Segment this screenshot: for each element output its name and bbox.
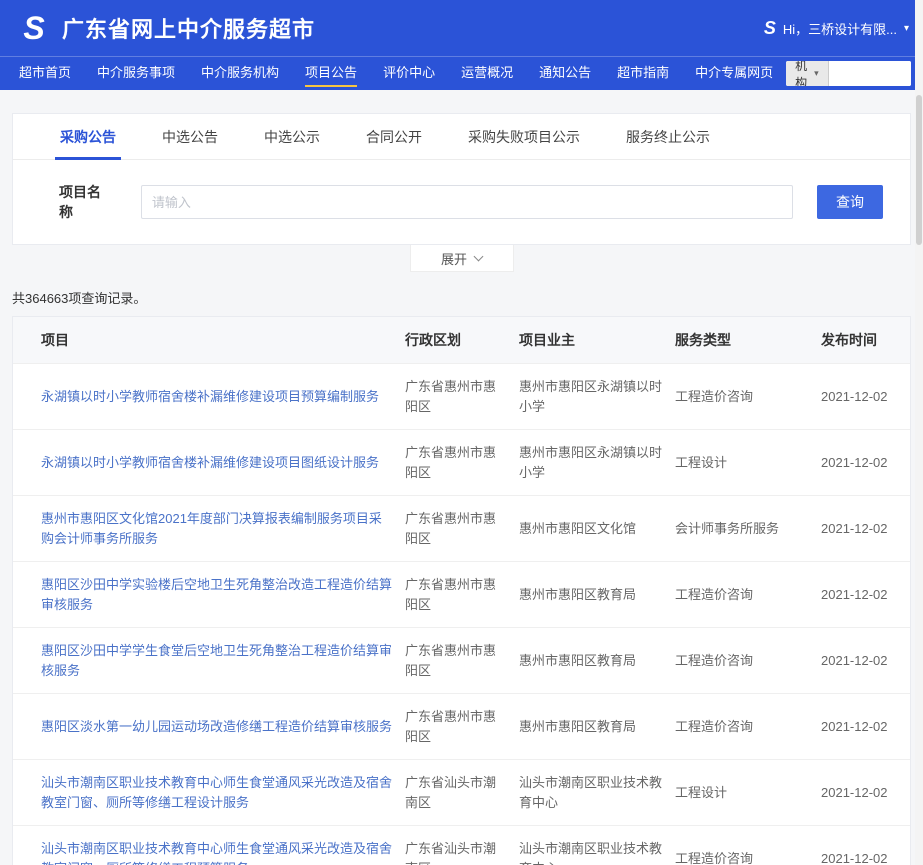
date-cell: 2021-12-02 [821, 694, 910, 760]
owner-cell: 惠州市惠阳区永湖镇以时小学 [519, 364, 675, 430]
nav-item-agency-pages[interactable]: 中介专属网页 [682, 57, 786, 91]
expand-toggle-wrap: 展开 [0, 245, 923, 272]
type-cell: 工程造价咨询 [675, 562, 821, 628]
column-header-region: 行政区划 [405, 317, 519, 364]
tab-purchase-announcements[interactable]: 采购公告 [43, 114, 133, 159]
chevron-down-icon: ▾ [904, 23, 909, 34]
scrollbar[interactable] [915, 0, 923, 865]
table-row: 永湖镇以时小学教师宿舍楼补漏维修建设项目预算编制服务 广东省惠州市惠阳区 惠州市… [13, 364, 910, 430]
tab-winning-announcements[interactable]: 中选公告 [145, 114, 235, 159]
search-category-select[interactable]: 机构 ▾ [786, 61, 829, 86]
owner-cell: 惠州市惠阳区教育局 [519, 628, 675, 694]
query-button[interactable]: 查询 [817, 185, 883, 219]
tab-service-termination[interactable]: 服务终止公示 [609, 114, 727, 159]
region-cell: 广东省汕头市潮南区 [405, 760, 519, 826]
column-header-type: 服务类型 [675, 317, 821, 364]
date-cell: 2021-12-02 [821, 364, 910, 430]
region-cell: 广东省惠州市惠阳区 [405, 562, 519, 628]
type-cell: 工程设计 [675, 760, 821, 826]
type-cell: 工程造价咨询 [675, 364, 821, 430]
site-title: 广东省网上中介服务超市 [62, 12, 315, 44]
app-header: S 广东省网上中介服务超市 S Hi，三桥设计有限... ▾ [0, 0, 923, 56]
tab-contract-disclosure[interactable]: 合同公开 [349, 114, 439, 159]
owner-cell: 汕头市潮南区职业技术教育中心 [519, 826, 675, 865]
chevron-down-icon [474, 251, 484, 261]
results-table: 项目 行政区划 项目业主 服务类型 发布时间 永湖镇以时小学教师宿舍楼补漏维修建… [13, 317, 910, 865]
region-cell: 广东省惠州市惠阳区 [405, 496, 519, 562]
chevron-down-icon: ▾ [814, 68, 819, 79]
nav-item-home[interactable]: 超市首页 [6, 57, 84, 91]
project-link[interactable]: 汕头市潮南区职业技术教育中心师生食堂通风采光改造及宿舍教室门窗、厕所等修缮工程预… [41, 841, 392, 865]
region-cell: 广东省惠州市惠阳区 [405, 694, 519, 760]
column-header-project: 项目 [13, 317, 405, 364]
project-name-label: 项目名称 [59, 182, 113, 222]
site-logo-icon[interactable]: S [14, 8, 54, 48]
table-row: 汕头市潮南区职业技术教育中心师生食堂通风采光改造及宿舍教室门窗、厕所等修缮工程设… [13, 760, 910, 826]
owner-cell: 惠州市惠阳区文化馆 [519, 496, 675, 562]
project-link[interactable]: 汕头市潮南区职业技术教育中心师生食堂通风采光改造及宿舍教室门窗、厕所等修缮工程设… [41, 775, 392, 810]
filter-row: 项目名称 查询 [13, 160, 910, 244]
table-header-row: 项目 行政区划 项目业主 服务类型 发布时间 [13, 317, 910, 364]
region-cell: 广东省惠州市惠阳区 [405, 430, 519, 496]
project-link[interactable]: 永湖镇以时小学教师宿舍楼补漏维修建设项目图纸设计服务 [41, 455, 379, 470]
tab-failed-projects[interactable]: 采购失败项目公示 [451, 114, 597, 159]
type-cell: 工程设计 [675, 430, 821, 496]
date-cell: 2021-12-02 [821, 562, 910, 628]
nav-item-operation-overview[interactable]: 运营概况 [448, 57, 526, 91]
nav-item-service-items[interactable]: 中介服务事项 [84, 57, 188, 91]
table-row: 永湖镇以时小学教师宿舍楼补漏维修建设项目图纸设计服务 广东省惠州市惠阳区 惠州市… [13, 430, 910, 496]
logo-letter: S [23, 12, 44, 44]
global-search-group: 机构 ▾ [786, 61, 911, 86]
region-cell: 广东省惠州市惠阳区 [405, 628, 519, 694]
project-link[interactable]: 惠阳区沙田中学实验楼后空地卫生死角整治改造工程造价结算审核服务 [41, 577, 392, 612]
date-cell: 2021-12-02 [821, 826, 910, 865]
type-cell: 工程造价咨询 [675, 628, 821, 694]
expand-toggle-button[interactable]: 展开 [410, 245, 514, 272]
scrollbar-thumb[interactable] [916, 95, 922, 245]
column-header-date: 发布时间 [821, 317, 910, 364]
table-row: 惠阳区沙田中学实验楼后空地卫生死角整治改造工程造价结算审核服务 广东省惠州市惠阳… [13, 562, 910, 628]
search-category-value: 机构 [795, 61, 807, 86]
nav-item-project-announcements[interactable]: 项目公告 [292, 57, 370, 91]
results-table-card: 项目 行政区划 项目业主 服务类型 发布时间 永湖镇以时小学教师宿舍楼补漏维修建… [12, 316, 911, 865]
owner-cell: 汕头市潮南区职业技术教育中心 [519, 760, 675, 826]
owner-cell: 惠州市惠阳区教育局 [519, 694, 675, 760]
project-link[interactable]: 永湖镇以时小学教师宿舍楼补漏维修建设项目预算编制服务 [41, 389, 379, 404]
region-cell: 广东省汕头市潮南区 [405, 826, 519, 865]
user-greeting: Hi，三桥设计有限... [783, 19, 897, 38]
main-nav: 超市首页 中介服务事项 中介服务机构 项目公告 评价中心 运营概况 通知公告 超… [0, 56, 923, 90]
nav-item-evaluation-center[interactable]: 评价中心 [370, 57, 448, 91]
project-link[interactable]: 惠阳区淡水第一幼儿园运动场改造修缮工程造价结算审核服务 [41, 719, 392, 734]
date-cell: 2021-12-02 [821, 430, 910, 496]
announcement-tabs: 采购公告 中选公告 中选公示 合同公开 采购失败项目公示 服务终止公示 [13, 114, 910, 160]
project-link[interactable]: 惠州市惠阳区文化馆2021年度部门决算报表编制服务项目采购会计师事务所服务 [41, 511, 382, 546]
expand-label: 展开 [441, 249, 467, 268]
nav-item-service-agencies[interactable]: 中介服务机构 [188, 57, 292, 91]
date-cell: 2021-12-02 [821, 628, 910, 694]
project-link[interactable]: 惠阳区沙田中学学生食堂后空地卫生死角整治工程造价结算审核服务 [41, 643, 392, 678]
project-name-input[interactable] [141, 185, 793, 219]
date-cell: 2021-12-02 [821, 496, 910, 562]
nav-item-notices[interactable]: 通知公告 [526, 57, 604, 91]
owner-cell: 惠州市惠阳区永湖镇以时小学 [519, 430, 675, 496]
global-search-input[interactable] [829, 61, 911, 86]
tab-winning-publicity[interactable]: 中选公示 [247, 114, 337, 159]
user-menu[interactable]: S Hi，三桥设计有限... ▾ [764, 18, 909, 39]
type-cell: 工程造价咨询 [675, 826, 821, 865]
column-header-owner: 项目业主 [519, 317, 675, 364]
type-cell: 会计师事务所服务 [675, 496, 821, 562]
owner-cell: 惠州市惠阳区教育局 [519, 562, 675, 628]
region-cell: 广东省惠州市惠阳区 [405, 364, 519, 430]
table-row: 汕头市潮南区职业技术教育中心师生食堂通风采光改造及宿舍教室门窗、厕所等修缮工程预… [13, 826, 910, 865]
user-org-logo-icon: S [764, 18, 776, 39]
table-row: 惠阳区沙田中学学生食堂后空地卫生死角整治工程造价结算审核服务 广东省惠州市惠阳区… [13, 628, 910, 694]
table-row: 惠阳区淡水第一幼儿园运动场改造修缮工程造价结算审核服务 广东省惠州市惠阳区 惠州… [13, 694, 910, 760]
date-cell: 2021-12-02 [821, 760, 910, 826]
nav-item-guide[interactable]: 超市指南 [604, 57, 682, 91]
announcement-filter-card: 采购公告 中选公告 中选公示 合同公开 采购失败项目公示 服务终止公示 项目名称… [12, 113, 911, 245]
table-row: 惠州市惠阳区文化馆2021年度部门决算报表编制服务项目采购会计师事务所服务 广东… [13, 496, 910, 562]
type-cell: 工程造价咨询 [675, 694, 821, 760]
result-summary: 共364663项查询记录。 [12, 288, 911, 307]
